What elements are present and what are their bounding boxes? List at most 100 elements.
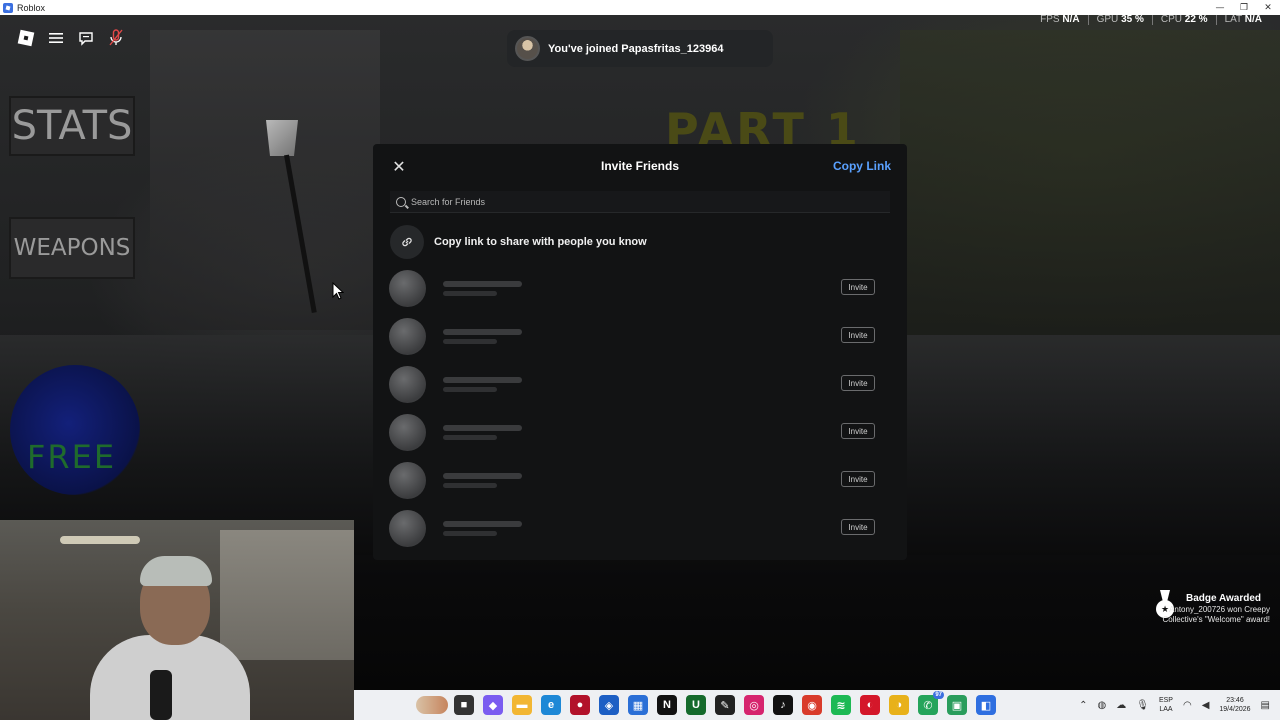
yellow-app-glyph: ◑ [895,699,903,711]
whatsapp-icon[interactable]: ✆ 97 [918,691,944,715]
weapons-button[interactable]: WEAPONS [9,217,135,279]
hamburger-menu-button[interactable] [46,28,66,48]
building-right [900,30,1280,360]
close-window-button[interactable]: ✕ [1256,0,1280,15]
chat-icon [79,31,93,46]
clock[interactable]: 23:46 19/4/2026 [1219,696,1250,714]
friend-name-placeholder [443,328,522,344]
file-explorer-glyph: ■ [460,699,468,711]
invite-button[interactable]: Invite [841,423,875,439]
netflix-icon[interactable]: N [657,695,677,715]
edge-glyph: e [547,699,555,711]
window-controls: — ❐ ✕ [1208,0,1280,15]
android-app-icon[interactable]: ▣ [947,695,967,715]
tray-microphone-icon[interactable]: 🎙 [1136,700,1149,711]
edge-icon[interactable]: e [541,695,561,715]
instagram-icon[interactable]: ◎ [744,695,764,715]
upwork-glyph: U [692,699,700,711]
webcam-person-cap [140,556,212,586]
copilot-icon[interactable]: ◆ [483,695,503,715]
volume-icon[interactable]: ◀ [1202,700,1210,711]
skeleton-line [443,520,522,527]
onedrive-icon[interactable]: ☁ [1116,700,1126,711]
editor-app-icon[interactable]: ✎ [715,695,735,715]
spotify-icon[interactable]: ≋ [831,695,851,715]
joined-message: You've joined Papasfritas_123964 [548,42,724,55]
search-icon [396,196,406,207]
restore-button[interactable]: ❐ [1232,0,1256,15]
roblox-taskbar-icon[interactable]: ◧ [976,695,996,715]
language-indicator[interactable]: ESP LAA [1159,696,1173,714]
clock-date: 19/4/2026 [1219,706,1251,713]
friend-search-box [390,191,890,213]
chat-button[interactable] [76,28,96,48]
notification-icon[interactable]: ▤ [1261,700,1270,711]
friend-avatar-placeholder [389,317,426,355]
taskbar-app-icons: ■ ◆ ▬ e ● ◈ ▦ N U ✎ ◎ ♪ ◉ ≋ ◐ ◑ ✆ 97 ▣ ◧ [418,691,996,715]
chrome-icon[interactable]: ◉ [802,695,822,715]
skeleton-line [443,376,522,383]
red-app-icon[interactable]: ◐ [860,695,880,715]
hamburger-icon [49,33,63,43]
yellow-app-icon[interactable]: ◑ [889,695,909,715]
whatsapp-glyph: ✆ [923,699,933,712]
folder-icon[interactable]: ▬ [512,695,532,715]
wifi-icon[interactable]: ◠ [1183,700,1192,711]
upwork-icon[interactable]: U [686,695,706,715]
skeleton-line [443,482,497,488]
skeleton-line [443,280,522,287]
copy-link-button[interactable]: Copy Link [833,159,891,173]
invite-button[interactable]: Invite [841,471,875,487]
tray-overflow-icon[interactable]: ⌃ [1079,700,1087,711]
copy-link-share-row[interactable]: Copy link to share with people you know [390,225,647,259]
widgets-icon[interactable] [416,696,448,714]
friend-avatar-placeholder [389,413,426,451]
invite-button[interactable]: Invite [841,375,875,391]
friend-row: Invite [389,360,891,408]
friend-name-placeholder [443,520,522,536]
tiktok-icon[interactable]: ♪ [773,695,793,715]
keyboard-layout: LAA [1159,706,1173,713]
friends-list: Invite Invite Invite Invite Invite Invit… [389,264,891,552]
friend-avatar-placeholder [389,509,426,547]
roblox-menu-button[interactable] [16,28,36,48]
skeleton-line [443,434,497,440]
whatsapp-unread-badge: 97 [933,691,944,699]
webcam-wall [220,530,354,660]
store-glyph: ▦ [632,699,644,712]
friend-search-input[interactable] [411,196,871,207]
friend-row: Invite [389,408,891,456]
red-app-glyph: ◐ [866,699,874,711]
link-chain-glyph [402,237,412,247]
friend-avatar-placeholder [389,365,426,403]
friend-row: Invite [389,456,891,504]
file-explorer-icon[interactable]: ■ [454,695,474,715]
friend-name-placeholder [443,376,522,392]
skeleton-line [443,530,497,536]
player-avatar [515,36,540,61]
skeleton-line [443,328,522,335]
shield-app-icon[interactable]: ◈ [599,695,619,715]
editor-app-glyph: ✎ [720,699,730,712]
invite-button[interactable]: Invite [841,327,875,343]
roblox-logo-icon [17,29,35,47]
joined-notification: You've joined Papasfritas_123964 [507,30,773,67]
webcam-microphone [150,670,172,720]
friend-avatar-placeholder [389,269,426,307]
invite-friends-dialog: ✕ Invite Friends Copy Link Copy link to … [373,144,907,560]
voice-chat-button[interactable] [106,28,126,48]
invite-button[interactable]: Invite [841,519,875,535]
invite-button[interactable]: Invite [841,279,875,295]
badge-text: Antony_200726 won Creepy Collective's "W… [1162,605,1270,624]
windows-taskbar: ■ ◆ ▬ e ● ◈ ▦ N U ✎ ◎ ♪ ◉ ≋ ◐ ◑ ✆ 97 ▣ ◧ ⌃ ◍ ☁ 🎙 ESP LAA ◠ … [354,690,1280,720]
roblox-app-icon [3,2,13,13]
spotify-glyph: ≋ [836,699,846,712]
tray-app-icon[interactable]: ◍ [1098,700,1107,711]
record-app-icon[interactable]: ● [570,695,590,715]
stats-button[interactable]: STATS [9,96,135,156]
share-text: Copy link to share with people you know [434,236,647,248]
minimize-button[interactable]: — [1208,0,1232,15]
copilot-glyph: ◆ [488,699,498,712]
badge-title: Badge Awarded [1186,593,1262,604]
store-icon[interactable]: ▦ [628,695,648,715]
